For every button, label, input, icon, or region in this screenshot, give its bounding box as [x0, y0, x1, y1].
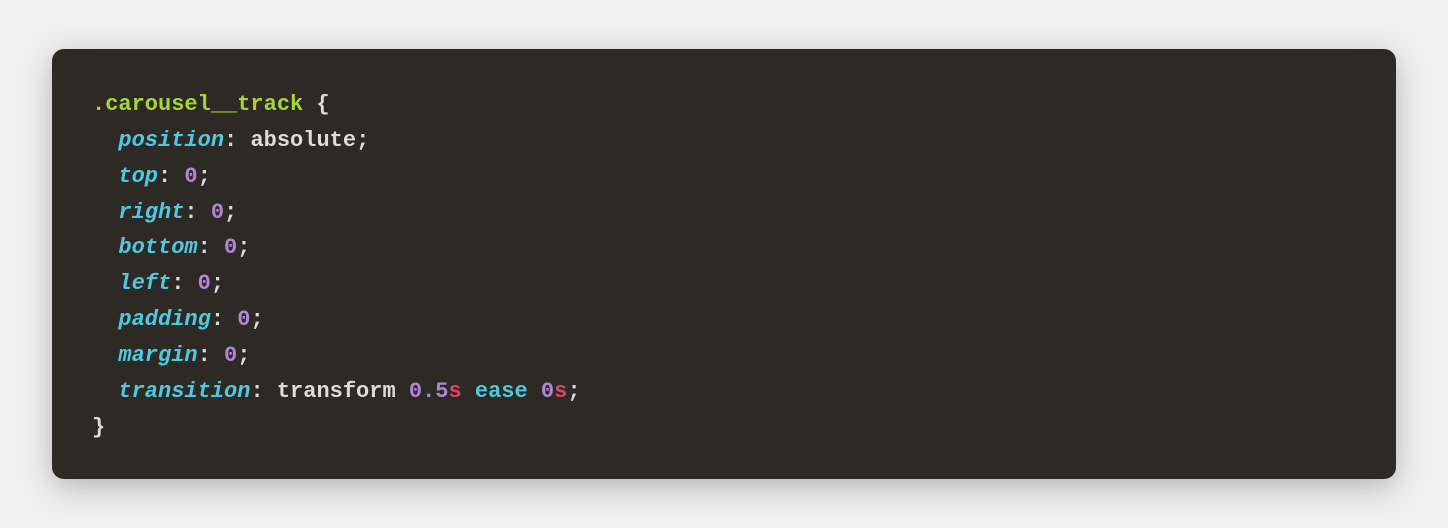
- code-line-margin: margin: 0;: [92, 338, 1356, 374]
- brace-close: }: [92, 415, 105, 440]
- code-line-bottom: bottom: 0;: [92, 230, 1356, 266]
- css-number: 0: [198, 271, 211, 296]
- css-property: margin: [118, 343, 197, 368]
- css-number: 0: [184, 164, 197, 189]
- brace-open: {: [303, 92, 329, 117]
- css-selector: .carousel__track: [92, 92, 303, 117]
- css-unit: s: [554, 379, 567, 404]
- css-property: top: [118, 164, 158, 189]
- css-value: absolute: [250, 128, 356, 153]
- css-code-block: .carousel__track { position: absolute; t…: [52, 49, 1396, 479]
- css-number: 0: [224, 235, 237, 260]
- css-property: left: [118, 271, 171, 296]
- code-line-position: position: absolute;: [92, 123, 1356, 159]
- css-value: transform: [277, 379, 409, 404]
- code-line-transition: transition: transform 0.5s ease 0s;: [92, 374, 1356, 410]
- code-line-right: right: 0;: [92, 195, 1356, 231]
- css-keyword: ease: [475, 379, 528, 404]
- css-number: 0: [237, 307, 250, 332]
- css-property: position: [118, 128, 224, 153]
- css-property: padding: [118, 307, 210, 332]
- code-line-brace-close: }: [92, 410, 1356, 446]
- css-property: transition: [118, 379, 250, 404]
- css-unit: s: [448, 379, 461, 404]
- css-number: 0: [541, 379, 554, 404]
- css-number: 0.5: [409, 379, 449, 404]
- code-line-padding: padding: 0;: [92, 302, 1356, 338]
- css-property: bottom: [118, 235, 197, 260]
- code-line-top: top: 0;: [92, 159, 1356, 195]
- code-line-selector: .carousel__track {: [92, 87, 1356, 123]
- code-line-left: left: 0;: [92, 266, 1356, 302]
- css-number: 0: [211, 200, 224, 225]
- css-property: right: [118, 200, 184, 225]
- css-number: 0: [224, 343, 237, 368]
